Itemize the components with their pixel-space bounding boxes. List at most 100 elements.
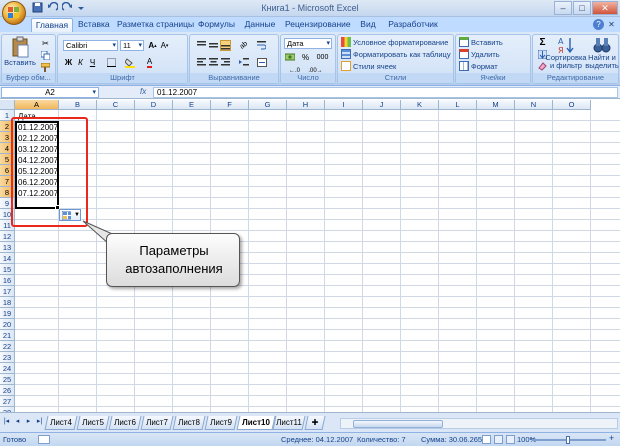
- normal-view-icon[interactable]: [482, 435, 491, 444]
- zoom-in-button[interactable]: +: [609, 433, 614, 443]
- column-header-b[interactable]: B: [59, 100, 97, 110]
- sheet-tab-лист6[interactable]: Лист6: [108, 416, 142, 430]
- first-sheet-button[interactable]: |◂: [2, 417, 11, 425]
- align-bottom-icon[interactable]: [220, 40, 231, 51]
- clear-icon[interactable]: [537, 61, 548, 72]
- row-header-9[interactable]: 9: [0, 198, 15, 209]
- align-top-icon[interactable]: [196, 40, 207, 51]
- column-header-g[interactable]: G: [249, 100, 287, 110]
- borders-icon[interactable]: [106, 57, 117, 68]
- row-header-2[interactable]: 2: [0, 121, 15, 132]
- shrink-font-icon[interactable]: A ▾: [159, 40, 170, 51]
- last-sheet-button[interactable]: ▸|: [35, 417, 44, 425]
- sheet-tab-лист4[interactable]: Лист4: [44, 416, 78, 430]
- row-header-12[interactable]: 12: [0, 231, 15, 242]
- autosum-button[interactable]: Σ: [537, 37, 548, 48]
- row-header-13[interactable]: 13: [0, 242, 15, 253]
- horizontal-scrollbar[interactable]: [340, 418, 618, 429]
- ribbon-close-icon[interactable]: ✕: [606, 19, 617, 30]
- row-header-11[interactable]: 11: [0, 220, 15, 231]
- cell-a7[interactable]: 06.12.2007: [16, 177, 59, 188]
- macro-record-icon[interactable]: [38, 435, 50, 444]
- fill-color-icon[interactable]: [124, 57, 135, 68]
- column-header-k[interactable]: K: [401, 100, 439, 110]
- thousands-separator-button[interactable]: 000: [314, 52, 331, 63]
- row-header-26[interactable]: 26: [0, 385, 15, 396]
- wrap-text-icon[interactable]: [256, 40, 267, 51]
- column-header-d[interactable]: D: [135, 100, 173, 110]
- row-header-27[interactable]: 27: [0, 396, 15, 407]
- align-middle-icon[interactable]: [208, 40, 219, 51]
- insert-cells-button[interactable]: Вставить: [459, 37, 503, 47]
- column-header-m[interactable]: M: [477, 100, 515, 110]
- name-box[interactable]: A2: [1, 87, 99, 98]
- row-header-18[interactable]: 18: [0, 297, 15, 308]
- italic-button[interactable]: К: [75, 57, 86, 68]
- align-center-icon[interactable]: [208, 57, 219, 68]
- tab-view[interactable]: Вид: [360, 18, 376, 32]
- row-header-24[interactable]: 24: [0, 363, 15, 374]
- cell-a2[interactable]: 01.12.2007: [16, 122, 59, 133]
- column-header-l[interactable]: L: [439, 100, 477, 110]
- maximize-button[interactable]: □: [573, 1, 591, 15]
- zoom-slider[interactable]: [532, 436, 606, 444]
- merge-cells-icon[interactable]: [256, 57, 267, 68]
- row-header-22[interactable]: 22: [0, 341, 15, 352]
- grow-font-icon[interactable]: A ▴: [147, 40, 158, 51]
- row-header-21[interactable]: 21: [0, 330, 15, 341]
- column-header-j[interactable]: J: [363, 100, 401, 110]
- cell-a1[interactable]: Дата: [16, 111, 59, 122]
- horizontal-scroll-thumb[interactable]: [353, 420, 443, 428]
- cell-styles-button[interactable]: Стили ячеек: [341, 61, 396, 71]
- tab-data[interactable]: Данные: [244, 18, 276, 32]
- row-header-5[interactable]: 5: [0, 154, 15, 165]
- find-select-button[interactable]: Найти и выделить: [585, 36, 619, 70]
- column-header-n[interactable]: N: [515, 100, 553, 110]
- tab-formulas[interactable]: Формулы: [198, 18, 235, 32]
- format-as-table-button[interactable]: Форматировать как таблицу: [341, 49, 451, 59]
- row-header-1[interactable]: 1: [0, 110, 15, 121]
- column-header-h[interactable]: H: [287, 100, 325, 110]
- row-header-14[interactable]: 14: [0, 253, 15, 264]
- row-header-3[interactable]: 3: [0, 132, 15, 143]
- row-header-7[interactable]: 7: [0, 176, 15, 187]
- page-break-view-icon[interactable]: [506, 435, 515, 444]
- font-color-icon[interactable]: A: [144, 57, 155, 68]
- delete-cells-button[interactable]: Удалить: [459, 49, 500, 59]
- close-button[interactable]: ✕: [592, 1, 618, 15]
- formula-input[interactable]: 01.12.2007: [153, 87, 618, 98]
- font-size-select[interactable]: 11: [120, 40, 144, 51]
- row-header-16[interactable]: 16: [0, 275, 15, 286]
- cell-a5[interactable]: 04.12.2007: [16, 155, 59, 166]
- zoom-out-button[interactable]: –: [530, 433, 535, 443]
- bold-button[interactable]: Ж: [63, 57, 74, 68]
- office-button[interactable]: [2, 1, 26, 25]
- underline-button[interactable]: Ч: [87, 57, 98, 68]
- column-header-o[interactable]: O: [553, 100, 591, 110]
- row-header-25[interactable]: 25: [0, 374, 15, 385]
- select-all-corner[interactable]: [0, 100, 15, 110]
- currency-icon[interactable]: [284, 52, 295, 63]
- row-header-19[interactable]: 19: [0, 308, 15, 319]
- help-icon[interactable]: ?: [593, 19, 604, 30]
- align-right-icon[interactable]: [220, 57, 231, 68]
- column-header-c[interactable]: C: [97, 100, 135, 110]
- cell-a3[interactable]: 02.12.2007: [16, 133, 59, 144]
- prev-sheet-button[interactable]: ◂: [13, 417, 22, 425]
- column-header-i[interactable]: I: [325, 100, 363, 110]
- sheet-tab-лист10[interactable]: Лист10: [236, 416, 276, 430]
- tab-page-layout[interactable]: Разметка страницы: [117, 18, 194, 32]
- conditional-formatting-button[interactable]: Условное форматирование: [341, 37, 448, 47]
- font-name-select[interactable]: Calibri: [63, 40, 118, 51]
- minimize-button[interactable]: –: [554, 1, 572, 15]
- align-left-icon[interactable]: [196, 57, 207, 68]
- sheet-tab-лист5[interactable]: Лист5: [76, 416, 110, 430]
- row-header-15[interactable]: 15: [0, 264, 15, 275]
- tab-developer[interactable]: Разработчик: [388, 18, 438, 32]
- column-header-e[interactable]: E: [173, 100, 211, 110]
- zoom-slider-knob[interactable]: [566, 436, 570, 444]
- sort-filter-button[interactable]: AЯ Сортировка и фильтр: [545, 36, 586, 70]
- row-header-4[interactable]: 4: [0, 143, 15, 154]
- cut-icon[interactable]: ✂: [40, 38, 51, 49]
- row-header-17[interactable]: 17: [0, 286, 15, 297]
